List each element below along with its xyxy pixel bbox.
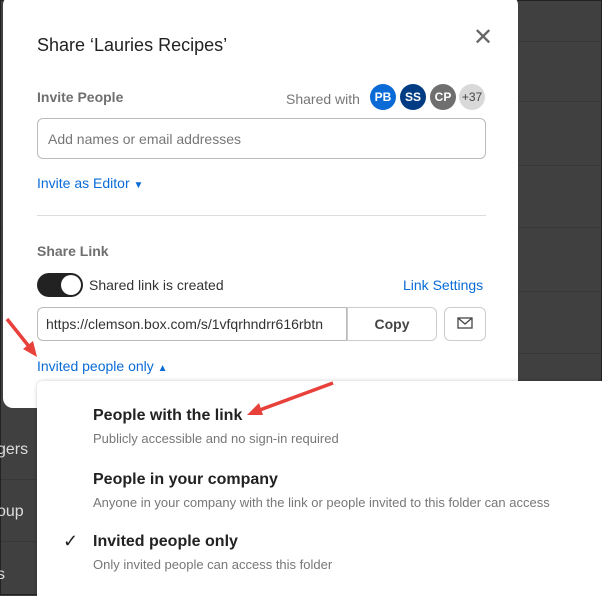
red-arrow-icon <box>5 317 37 357</box>
annotation-arrows <box>5 317 334 415</box>
red-arrow-icon <box>247 381 334 415</box>
